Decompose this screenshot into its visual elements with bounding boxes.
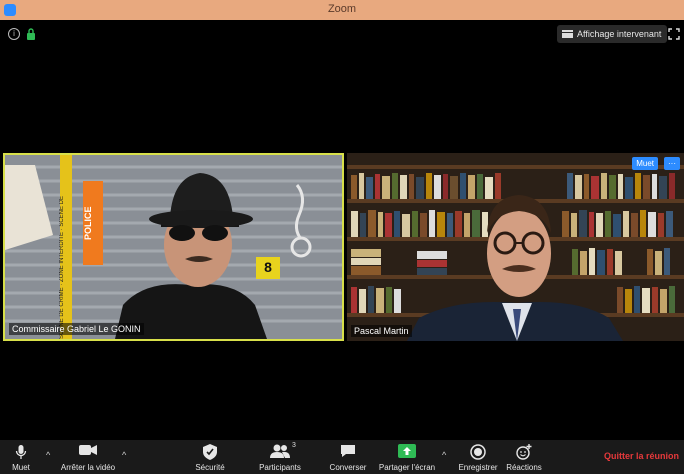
meeting-top-bar: i Affichage intervenant [0, 20, 684, 48]
window-title: Zoom [327, 3, 357, 15]
video-feed-pascal [347, 153, 684, 341]
record-label: Enregistrer [458, 463, 498, 472]
participant-name-tag: Pascal Martin [351, 325, 412, 337]
reactions-smiley-icon [516, 444, 532, 460]
participant-name-tag: Commissaire Gabriel Le GONIN [9, 323, 144, 335]
participants-count-badge: 3 [292, 442, 296, 449]
video-tile-participant[interactable]: Muet ··· Pascal Martin [347, 153, 684, 341]
stop-video-label: Arrêter la vidéo [60, 463, 116, 472]
participants-icon [270, 444, 290, 458]
microphone-icon [15, 445, 27, 459]
crime-scene-tape: SCÈNE DE CRIME · ZONE INTERDITE · SCÈNE … [59, 195, 65, 339]
more-options-button[interactable]: ··· [664, 157, 680, 170]
shield-icon [203, 444, 217, 460]
stop-video-button[interactable]: Arrêter la vidéo [58, 440, 118, 474]
share-options-chevron-icon[interactable]: ^ [442, 450, 446, 460]
lock-icon[interactable] [26, 28, 36, 40]
share-screen-label: Partager l'écran [378, 463, 436, 472]
police-sign: POLICE [83, 206, 93, 240]
leave-meeting-button[interactable]: Quitter la réunion [604, 451, 679, 461]
fullscreen-icon[interactable] [668, 28, 680, 40]
chat-button[interactable]: Converser [326, 440, 370, 474]
video-options-chevron-icon[interactable]: ^ [122, 450, 126, 460]
mute-button[interactable]: Muet [6, 440, 36, 474]
security-button[interactable]: Sécurité [190, 440, 230, 474]
chat-label: Converser [329, 463, 367, 472]
reactions-button[interactable]: Réactions [504, 440, 544, 474]
speaker-view-icon [562, 30, 573, 38]
speaker-view-label: Affichage intervenant [577, 29, 662, 39]
record-button[interactable]: Enregistrer [456, 440, 500, 474]
video-tile-active-speaker[interactable]: POLICE SCÈNE DE CRIME · ZONE INTERDITE ·… [3, 153, 344, 341]
video-camera-icon [79, 445, 97, 455]
share-screen-icon [398, 444, 416, 458]
share-screen-button[interactable]: Partager l'écran [378, 440, 436, 474]
speaker-view-button[interactable]: Affichage intervenant [557, 25, 668, 43]
security-label: Sécurité [195, 463, 225, 472]
audio-options-chevron-icon[interactable]: ^ [46, 450, 50, 460]
participants-button[interactable]: 3 Participants [252, 440, 308, 474]
video-feed-commissaire [5, 155, 342, 339]
chat-bubble-icon [341, 445, 355, 457]
title-bar: Zoom [0, 0, 684, 20]
info-icon[interactable]: i [8, 28, 20, 40]
record-icon [470, 444, 486, 460]
evidence-marker: 8 [264, 259, 272, 275]
mute-label: Muet [12, 463, 30, 472]
participants-label: Participants [259, 463, 301, 472]
meeting-controls-toolbar: Muet ^ Arrêter la vidéo ^ Sécurité 3 Par… [0, 440, 684, 474]
mute-participant-button[interactable]: Muet [632, 157, 658, 170]
reactions-label: Réactions [506, 463, 542, 472]
